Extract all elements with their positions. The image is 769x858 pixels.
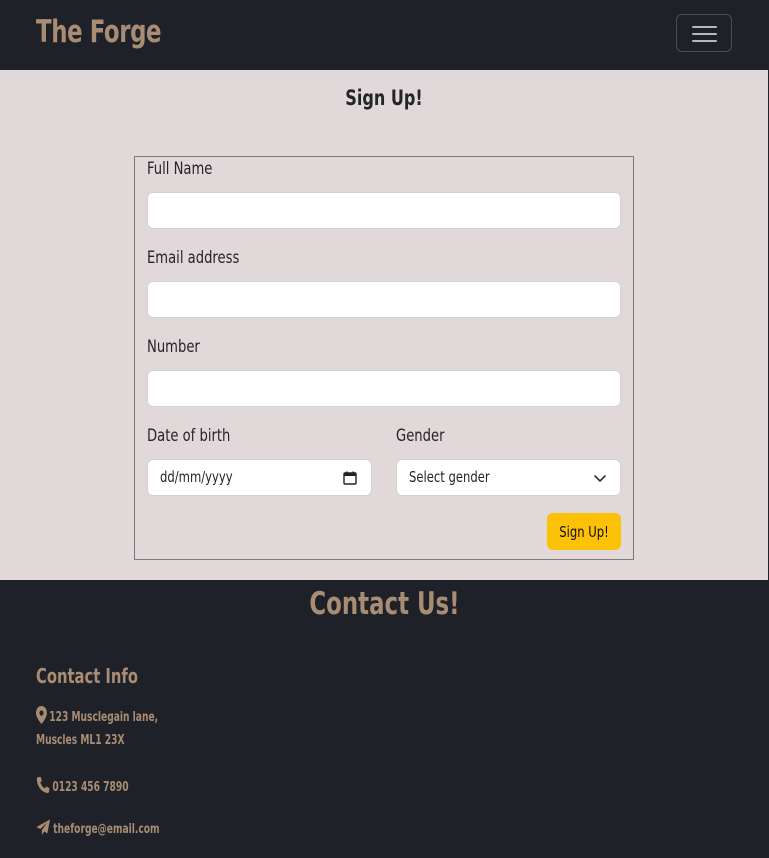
navbar: The Forge	[0, 0, 769, 70]
contact-title: Contact Us!	[309, 586, 460, 622]
address-line-1: 123 Musclegain lane,	[36, 706, 158, 725]
menu-toggle-button[interactable]	[676, 14, 732, 52]
phone-text[interactable]: 0123 456 7890	[52, 780, 128, 795]
signup-submit-label: Sign Up!	[559, 523, 609, 541]
full-name-input[interactable]	[147, 192, 621, 229]
brand-logo[interactable]: The Forge	[36, 14, 162, 50]
email-text[interactable]: theforge@email.com	[53, 822, 159, 837]
gender-label: Gender	[396, 426, 445, 446]
number-input[interactable]	[147, 370, 621, 407]
hamburger-menu-icon	[692, 26, 717, 28]
signup-form: Full Name Email address Number Date of b…	[134, 156, 634, 560]
dob-label: Date of birth	[147, 426, 231, 446]
hamburger-menu-icon	[692, 40, 717, 42]
address-line-1-text: 123 Musclegain lane,	[49, 710, 159, 725]
dob-placeholder: dd/mm/yyyy	[160, 468, 233, 486]
phone-icon	[36, 777, 50, 793]
phone-line: 0123 456 7890	[36, 776, 129, 795]
chevron-down-icon	[594, 475, 606, 482]
email-input[interactable]	[147, 281, 621, 318]
signup-submit-button[interactable]: Sign Up!	[547, 513, 621, 550]
paper-plane-icon	[36, 819, 51, 835]
contact-info-heading: Contact Info	[36, 664, 138, 688]
number-label: Number	[147, 337, 200, 357]
email-line: theforge@email.com	[36, 819, 160, 837]
dob-input[interactable]: dd/mm/yyyy	[147, 459, 372, 496]
map-marker-icon	[36, 706, 47, 724]
signup-title: Sign Up!	[345, 86, 423, 110]
full-name-label: Full Name	[147, 159, 213, 179]
signup-section: Sign Up! Full Name Email address Number …	[0, 70, 768, 580]
gender-selected-value: Select gender	[409, 468, 490, 486]
hamburger-menu-icon	[692, 33, 717, 35]
calendar-icon[interactable]	[343, 471, 357, 485]
gender-select[interactable]: Select gender	[396, 459, 621, 496]
address-line-2: Muscles ML1 23X	[36, 733, 125, 748]
email-label: Email address	[147, 248, 240, 268]
